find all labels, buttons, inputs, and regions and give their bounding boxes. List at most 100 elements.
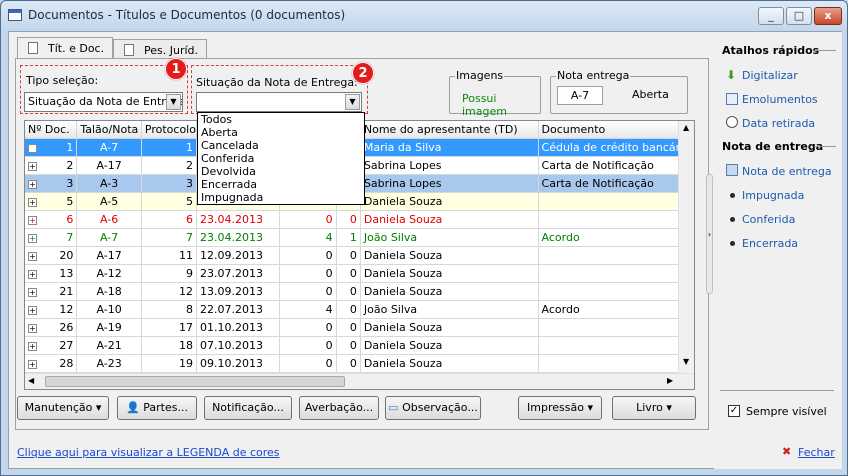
expand-icon[interactable]: + <box>28 161 37 171</box>
nota-status: Aberta <box>632 88 669 101</box>
horizontal-scrollbar[interactable]: ◀ ▶ <box>25 373 694 389</box>
doc-number: 2 <box>66 158 74 172</box>
table-cell: 8 <box>141 300 197 319</box>
dropdown-option[interactable]: Cancelada <box>198 139 364 152</box>
column-header[interactable]: Documento <box>538 121 694 139</box>
maximize-button[interactable]: □ <box>786 7 812 25</box>
table-cell: +6 <box>25 210 78 229</box>
scroll-up-icon[interactable]: ▲ <box>683 123 689 132</box>
table-cell: A-23 <box>76 354 142 373</box>
table-cell: 0 <box>279 246 337 265</box>
table-row[interactable]: +20 A-17 11 12.09.2013 0 0 Daniela Souza <box>25 246 694 265</box>
expand-icon[interactable]: + <box>28 143 37 153</box>
table-row[interactable]: +7 A-7 7 23.04.2013 4 1 João Silva Acordo <box>25 228 694 247</box>
window-title: Documentos - Títulos e Documentos (0 doc… <box>28 8 346 22</box>
emolumentos-link[interactable]: Emolumentos <box>742 93 818 106</box>
data-retirada-link[interactable]: Data retirada <box>742 117 815 130</box>
fechar-link[interactable]: Fechar <box>798 446 835 459</box>
digitalizar-link[interactable]: Digitalizar <box>742 69 798 82</box>
expand-icon[interactable]: + <box>28 251 37 261</box>
table-cell: Daniela Souza <box>360 192 539 211</box>
column-header[interactable]: Talão/Nota <box>76 121 142 139</box>
table-cell: A-18 <box>76 282 142 301</box>
impugnada-link[interactable]: Impugnada <box>742 189 804 202</box>
expand-icon[interactable]: + <box>28 215 37 225</box>
table-cell: Sabrina Lopes <box>360 156 539 175</box>
table-cell: A-19 <box>76 318 142 337</box>
averbacao-button[interactable]: Averbação... <box>299 396 379 420</box>
expand-icon[interactable]: + <box>28 197 37 207</box>
expand-icon[interactable]: + <box>28 233 37 243</box>
table-row[interactable]: +27 A-21 18 07.10.2013 0 0 Daniela Souza <box>25 336 694 355</box>
sempre-visivel-checkbox[interactable]: ✓ <box>728 405 740 417</box>
expand-icon[interactable]: + <box>28 287 37 297</box>
minimize-button[interactable]: _ <box>758 7 784 25</box>
tab-pes-jurid[interactable]: Pes. Juríd. <box>113 39 208 59</box>
chevron-down-icon[interactable]: ▼ <box>345 94 360 110</box>
table-cell: 09.10.2013 <box>196 354 280 373</box>
dropdown-option[interactable]: Impugnada <box>198 191 364 204</box>
table-row[interactable]: +21 A-18 12 13.09.2013 0 0 Daniela Souza <box>25 282 694 301</box>
table-cell: +13 <box>25 264 78 283</box>
expand-icon[interactable]: + <box>28 269 37 279</box>
vertical-scrollbar[interactable]: ▲ ▼ <box>678 121 694 373</box>
table-cell: Daniela Souza <box>360 354 539 373</box>
doc-number: 27 <box>59 338 74 352</box>
column-header[interactable]: Nº Doc. <box>25 121 78 139</box>
encerrada-link[interactable]: Encerrada <box>742 237 798 250</box>
table-cell: 9 <box>141 264 197 283</box>
notificacao-button[interactable]: Notificação... <box>204 396 292 420</box>
tab-tit-doc[interactable]: Tít. e Doc. <box>17 37 114 59</box>
table-row[interactable]: +6 A-6 6 23.04.2013 0 0 Daniela Souza <box>25 210 694 229</box>
scroll-right-icon[interactable]: ▶ <box>667 376 673 385</box>
table-cell: 07.10.2013 <box>196 336 280 355</box>
situacao-select[interactable]: ▼ <box>196 92 362 112</box>
table-cell: 0 <box>279 354 337 373</box>
table-cell: 0 <box>336 300 361 319</box>
chevron-down-icon[interactable]: ▼ <box>166 94 181 110</box>
table-row[interactable]: +13 A-12 9 23.07.2013 0 0 Daniela Souza <box>25 264 694 283</box>
doc-number: 7 <box>66 230 74 244</box>
expand-icon[interactable]: + <box>28 341 37 351</box>
legend-link[interactable]: Clique aqui para visualizar a LEGENDA de… <box>17 446 280 459</box>
table-cell: 0 <box>336 318 361 337</box>
dropdown-option[interactable]: Aberta <box>198 126 364 139</box>
expand-icon[interactable]: + <box>28 323 37 333</box>
partes-button[interactable]: 👤 Partes... <box>117 396 197 420</box>
table-cell: João Silva <box>360 300 539 319</box>
livro-button[interactable]: Livro ▾ <box>612 396 696 420</box>
dropdown-option[interactable]: Conferida <box>198 152 364 165</box>
close-window-button[interactable]: x <box>814 7 842 25</box>
collapse-handle[interactable]: › <box>706 174 713 294</box>
table-cell: +1 <box>25 138 78 157</box>
table-cell: 22.07.2013 <box>196 300 280 319</box>
table-cell: 19 <box>141 354 197 373</box>
scroll-thumb[interactable] <box>45 376 345 387</box>
expand-icon[interactable]: + <box>28 359 37 369</box>
tipo-selecao-select[interactable]: Situação da Nota de Entrega ▼ <box>24 92 183 112</box>
table-cell: +20 <box>25 246 78 265</box>
manutencao-button[interactable]: Manutenção ▾ <box>17 396 109 420</box>
column-header[interactable]: Nome do apresentante (TD) <box>360 121 539 139</box>
table-cell: A-3 <box>76 174 142 193</box>
table-row[interactable]: +28 A-23 19 09.10.2013 0 0 Daniela Souza <box>25 354 694 373</box>
dropdown-option[interactable]: Encerrada <box>198 178 364 191</box>
observacao-button[interactable]: ▭ Observação... <box>385 396 481 420</box>
table-row[interactable]: +26 A-19 17 01.10.2013 0 0 Daniela Souza <box>25 318 694 337</box>
conferida-link[interactable]: Conferida <box>742 213 795 226</box>
scroll-down-icon[interactable]: ▼ <box>683 357 689 366</box>
dropdown-option[interactable]: Devolvida <box>198 165 364 178</box>
scroll-left-icon[interactable]: ◀ <box>28 376 34 385</box>
table-cell: 01.10.2013 <box>196 318 280 337</box>
expand-icon[interactable]: + <box>28 305 37 315</box>
table-cell: 17 <box>141 318 197 337</box>
dropdown-option[interactable]: Todos <box>198 113 364 126</box>
table-row[interactable]: +12 A-10 8 22.07.2013 4 0 João Silva Acordo <box>25 300 694 319</box>
client-area: Tít. e Doc. Pes. Juríd. Tipo seleção: Si… <box>8 31 842 469</box>
nota-entrega-link[interactable]: Nota de entrega <box>742 165 832 178</box>
table-cell: A-5 <box>76 192 142 211</box>
expand-icon[interactable]: + <box>28 179 37 189</box>
column-header[interactable]: Protocolo <box>141 121 197 139</box>
impressao-button[interactable]: Impressão ▾ <box>518 396 602 420</box>
table-cell: +12 <box>25 300 78 319</box>
